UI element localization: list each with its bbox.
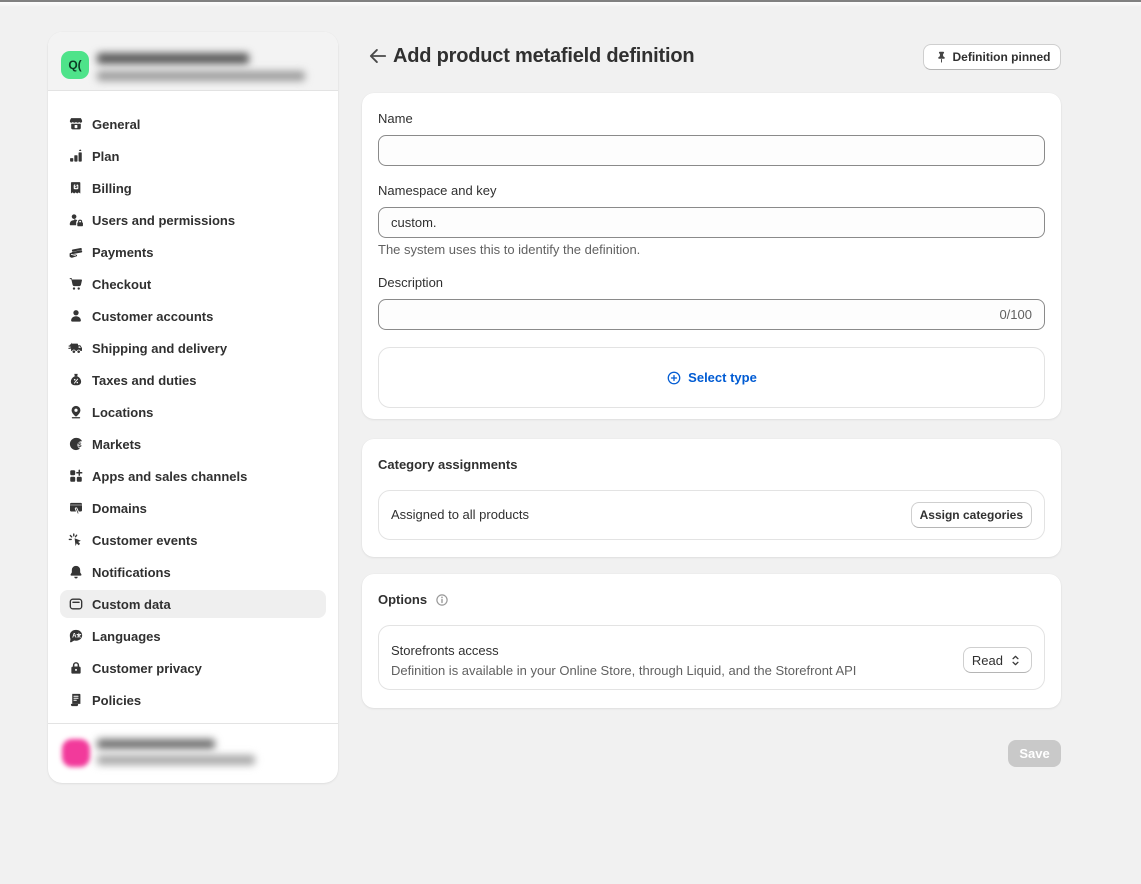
svg-text:$: $	[75, 184, 78, 190]
svg-text:A: A	[72, 633, 77, 640]
svg-text:$: $	[78, 442, 82, 449]
